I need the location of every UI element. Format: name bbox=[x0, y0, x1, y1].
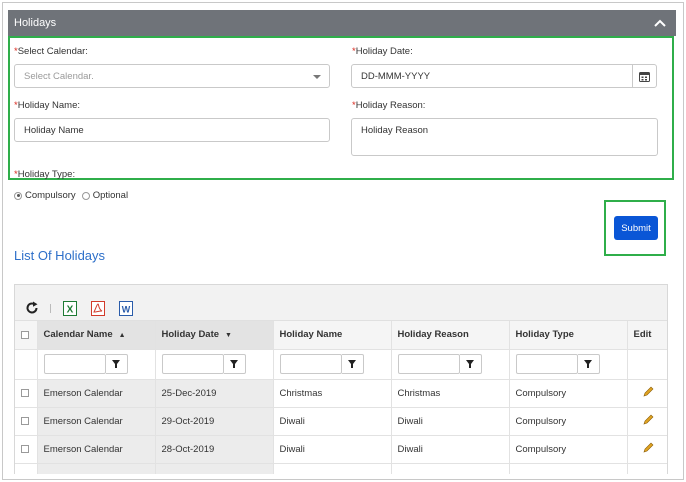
edit-pencil-icon[interactable] bbox=[643, 442, 654, 453]
filter-icon bbox=[230, 360, 238, 368]
filter-icon bbox=[348, 360, 356, 368]
filter-button-name[interactable] bbox=[341, 354, 364, 374]
holiday-name-placeholder: Holiday Name bbox=[24, 124, 84, 136]
holiday-reason-placeholder: Holiday Reason bbox=[361, 125, 429, 136]
calendar-picker-button[interactable] bbox=[632, 65, 656, 87]
col-holiday-type[interactable]: Holiday Type bbox=[509, 321, 628, 350]
edit-pencil-icon[interactable] bbox=[643, 414, 654, 425]
col-holiday-reason[interactable]: Holiday Reason bbox=[391, 321, 510, 350]
collapse-chevron-up-icon[interactable] bbox=[652, 15, 668, 31]
cell-calendar: Emerson Calendar bbox=[37, 407, 156, 436]
table-row: Emerson Calendar 25-Dec-2019 Christmas C… bbox=[15, 379, 667, 408]
filter-icon bbox=[584, 360, 592, 368]
filter-input-name[interactable] bbox=[279, 354, 342, 374]
grid-toolbar: X W bbox=[15, 285, 667, 321]
holiday-date-input[interactable]: DD-MMM-YYYY bbox=[351, 64, 657, 88]
holidays-panel-header[interactable]: Holidays bbox=[8, 10, 676, 36]
holidays-table: Calendar Name ▲ Holiday Date ▼ Holiday Nam… bbox=[15, 321, 667, 474]
filter-input-calendar[interactable] bbox=[43, 354, 106, 374]
chevron-down-icon bbox=[313, 75, 321, 79]
excel-export-icon[interactable]: X bbox=[63, 301, 77, 316]
holiday-name-label: *Holiday Name: bbox=[14, 100, 81, 111]
filter-empty-cell bbox=[15, 349, 38, 380]
radio-selected-icon[interactable] bbox=[14, 191, 22, 200]
select-all-cell bbox=[15, 321, 38, 350]
row-checkbox[interactable] bbox=[21, 416, 29, 425]
row-checkbox[interactable] bbox=[21, 388, 29, 397]
cell-calendar: Emerson Calendar bbox=[37, 435, 156, 464]
submit-highlight: Submit bbox=[604, 200, 666, 256]
panel-title: Holidays bbox=[14, 17, 57, 29]
svg-text:X: X bbox=[67, 305, 74, 316]
select-calendar-dropdown[interactable]: Select Calendar. bbox=[14, 64, 330, 88]
col-holiday-name[interactable]: Holiday Name bbox=[273, 321, 392, 350]
cell-name: Diwali bbox=[273, 435, 392, 464]
holiday-date-label: *Holiday Date: bbox=[352, 46, 413, 57]
word-export-icon[interactable]: W bbox=[119, 301, 133, 316]
table-row: Emerson Calendar 28-Oct-2019 Diwali Diwa… bbox=[15, 435, 667, 464]
table-row: Emerson Calendar 29-Oct-2019 Diwali Diwa… bbox=[15, 407, 667, 436]
calendar-icon bbox=[639, 71, 650, 82]
cell-name: Christmas bbox=[273, 379, 392, 408]
radio-unselected-icon[interactable] bbox=[81, 191, 90, 200]
filter-input-type[interactable] bbox=[515, 354, 578, 374]
filter-empty-cell bbox=[627, 349, 667, 380]
holiday-type-label: *Holiday Type: bbox=[14, 169, 76, 180]
table-header-row: Calendar Name ▲ Holiday Date ▼ Holiday Nam… bbox=[15, 321, 667, 350]
filter-row bbox=[15, 349, 667, 380]
holiday-reason-textarea[interactable]: Holiday Reason bbox=[351, 118, 658, 156]
holiday-reason-label: *Holiday Reason: bbox=[352, 100, 426, 111]
filter-icon bbox=[466, 360, 474, 368]
refresh-icon[interactable] bbox=[25, 301, 39, 315]
holiday-type-radio-group: Compulsory Optional bbox=[14, 190, 134, 201]
cell-type: Compulsory bbox=[509, 379, 628, 408]
select-calendar-placeholder: Select Calendar. bbox=[24, 70, 94, 82]
row-checkbox[interactable] bbox=[21, 444, 29, 453]
select-calendar-label: *Select Calendar: bbox=[14, 46, 88, 57]
col-edit: Edit bbox=[627, 321, 667, 350]
toolbar-separator bbox=[50, 304, 51, 313]
filter-button-reason[interactable] bbox=[459, 354, 482, 374]
svg-text:W: W bbox=[122, 305, 131, 315]
filter-button-calendar[interactable] bbox=[105, 354, 128, 374]
col-calendar-name[interactable]: Calendar Name ▲ bbox=[37, 321, 156, 350]
radio-optional[interactable]: Optional bbox=[81, 190, 128, 201]
cell-reason: Diwali bbox=[391, 435, 510, 464]
list-of-holidays-title: List Of Holidays bbox=[14, 248, 106, 263]
holidays-grid: X W Calendar Name ▲ Holiday Date ▼ Holiday… bbox=[14, 284, 668, 474]
col-holiday-date[interactable]: Holiday Date ▼ bbox=[155, 321, 274, 350]
cell-date: 29-Oct-2019 bbox=[155, 407, 274, 436]
sort-asc-icon: ▲ bbox=[118, 332, 126, 340]
radio-compulsory[interactable]: Compulsory bbox=[14, 190, 76, 201]
cell-type: Compulsory bbox=[509, 435, 628, 464]
cell-reason: Diwali bbox=[391, 407, 510, 436]
cell-name: Diwali bbox=[273, 407, 392, 436]
cell-reason: Christmas bbox=[391, 379, 510, 408]
pdf-export-icon[interactable] bbox=[91, 301, 105, 316]
filter-button-date[interactable] bbox=[223, 354, 246, 374]
edit-pencil-icon[interactable] bbox=[643, 386, 654, 397]
filter-icon bbox=[112, 360, 120, 368]
table-row-partial bbox=[15, 463, 667, 474]
select-all-checkbox[interactable] bbox=[21, 330, 29, 339]
cell-date: 25-Dec-2019 bbox=[155, 379, 274, 408]
holiday-form-highlight bbox=[8, 36, 674, 180]
cell-date: 28-Oct-2019 bbox=[155, 435, 274, 464]
holiday-date-placeholder: DD-MMM-YYYY bbox=[361, 70, 431, 82]
filter-input-reason[interactable] bbox=[397, 354, 460, 374]
filter-button-type[interactable] bbox=[577, 354, 600, 374]
holiday-name-input[interactable]: Holiday Name bbox=[14, 118, 330, 142]
submit-button[interactable]: Submit bbox=[614, 216, 658, 240]
filter-input-date[interactable] bbox=[161, 354, 224, 374]
cell-calendar: Emerson Calendar bbox=[37, 379, 156, 408]
cell-type: Compulsory bbox=[509, 407, 628, 436]
sort-desc-icon: ▼ bbox=[225, 332, 232, 340]
